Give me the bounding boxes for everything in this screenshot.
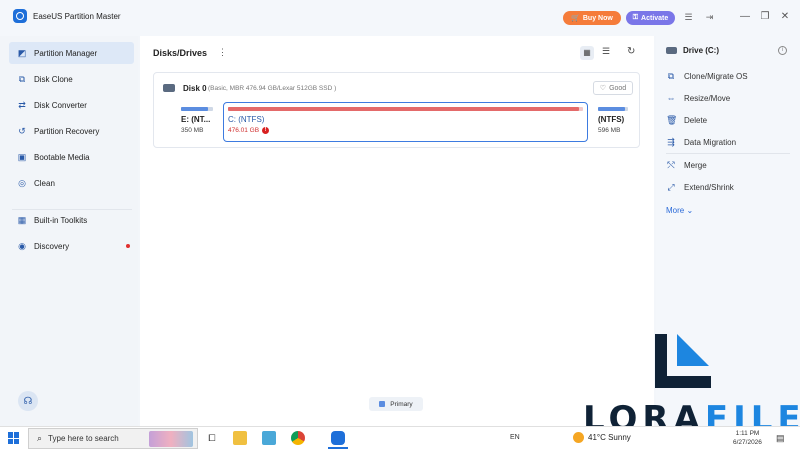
selected-drive: Drive (C:) — [666, 46, 719, 55]
cart-icon: 🛒 — [571, 15, 580, 22]
partition-e-size: 350 MB — [181, 127, 204, 134]
right-panel-divider — [666, 153, 790, 154]
resize-icon: ⇔ — [666, 93, 676, 103]
file-explorer-icon[interactable] — [233, 431, 247, 445]
search-icon: ⌕ — [37, 433, 43, 443]
headset-icon: ☊ — [23, 395, 33, 407]
partition-e-bar — [181, 107, 213, 111]
action-merge[interactable]: ⤲ Merge — [666, 160, 706, 171]
sidebar-item-disk-converter[interactable]: ⇄ Disk Converter — [9, 94, 134, 116]
drive-icon — [666, 47, 677, 54]
action-resize-move[interactable]: ⇔ Resize/Move — [666, 93, 731, 103]
partition-ntfs-size: 596 MB — [598, 127, 621, 134]
status-badge: ♡ Good — [593, 81, 633, 95]
watermark: LORAFILE — [583, 332, 800, 436]
partition-e[interactable]: E: (NT... 350 MB — [181, 103, 215, 143]
minimize-button[interactable]: — — [739, 11, 751, 22]
main-panel: Disks/Drives ⋮ ▦ ☰ ↻ Disk 0 (Basic, MBR … — [140, 36, 654, 426]
clone-os-icon: ⧉ — [667, 71, 675, 81]
clean-icon: ◎ — [18, 177, 26, 188]
partition-icon: ◩ — [17, 47, 27, 58]
taskbar: ⌕ Type here to search ⧠ EN 41°C Sunny 1:… — [0, 426, 800, 449]
sun-icon — [573, 432, 584, 443]
sidebar-item-disk-clone[interactable]: ⧉ Disk Clone — [9, 68, 134, 90]
chevron-down-icon: ⌄ — [686, 206, 694, 215]
easeus-taskbar-icon[interactable] — [331, 431, 345, 445]
title-bar: EaseUS Partition Master 🛒 Buy Now ⚿ Activa… — [0, 0, 800, 36]
partition-c-label: C: (NTFS) — [228, 115, 265, 124]
clock[interactable]: 1:11 PM 6/27/2026 — [733, 429, 762, 447]
disk-icon — [163, 84, 175, 92]
sidebar-item-partition-manager[interactable]: ◩ Partition Manager — [9, 42, 134, 64]
partition-c[interactable]: C: (NTFS) 476.01 GB! — [223, 102, 588, 142]
partition-c-fill — [228, 107, 580, 111]
media-icon: ▣ — [17, 151, 27, 162]
list-view-icon[interactable]: ☰ — [602, 46, 610, 57]
notepad-icon[interactable] — [262, 431, 276, 445]
notification-dot — [126, 244, 130, 248]
partition-c-size: 476.01 GB! — [228, 127, 270, 134]
task-view-icon[interactable]: ⧠ — [205, 431, 219, 445]
partition-c-bar — [228, 107, 583, 111]
app-title: EaseUS Partition Master — [33, 12, 121, 21]
windows-start-icon[interactable] — [8, 432, 20, 444]
disk-name: Disk 0 — [183, 84, 207, 93]
action-extend-shrink[interactable]: ⤢ Extend/Shrink — [666, 182, 733, 193]
close-button[interactable]: ✕ — [779, 11, 791, 22]
disk-card[interactable]: Disk 0 (Basic, MBR 476.94 GB/Lexar 512GB… — [153, 72, 640, 148]
sidebar-item-bootable-media[interactable]: ▣ Bootable Media — [9, 146, 134, 168]
key-icon: ⚿ — [632, 14, 639, 21]
search-highlight-image — [149, 431, 193, 447]
more-options-icon[interactable]: ⋮ — [218, 47, 227, 58]
chrome-icon[interactable] — [291, 431, 305, 445]
toolkit-icon: ▦ — [17, 214, 27, 225]
discovery-icon: ◉ — [18, 240, 26, 251]
activate-button[interactable]: ⚿ Activate — [626, 11, 675, 25]
refresh-icon[interactable]: ↻ — [627, 46, 635, 57]
notification-icon[interactable]: ▤ — [776, 433, 785, 444]
taskbar-search[interactable]: ⌕ Type here to search — [28, 428, 198, 449]
trash-icon: 🗑 — [666, 115, 678, 125]
more-actions-link[interactable]: More ⌄ — [666, 206, 693, 215]
sidebar-item-discovery[interactable]: ◉ Discovery — [9, 235, 134, 257]
grid-view-icon[interactable]: ▦ — [580, 46, 594, 60]
partition-ntfs-label: (NTFS) — [598, 115, 625, 124]
legend-swatch — [379, 401, 386, 407]
partition-ntfs-fill — [598, 107, 625, 111]
weather-widget[interactable]: 41°C Sunny — [573, 432, 631, 443]
sidebar-item-clean[interactable]: ◎ Clean — [9, 172, 134, 194]
partition-e-label: E: (NT... — [181, 115, 211, 124]
legend: Primary — [369, 397, 423, 411]
merge-icon: ⤲ — [667, 160, 675, 170]
partition-ntfs-bar — [598, 107, 628, 111]
clone-icon: ⧉ — [18, 73, 26, 84]
sidebar: ◩ Partition Manager ⧉ Disk Clone ⇄ Disk Con… — [0, 36, 138, 426]
feedback-icon[interactable]: ☰ — [683, 12, 694, 23]
app-logo-icon — [13, 9, 27, 23]
info-icon[interactable]: i — [778, 46, 787, 55]
recovery-icon: ↺ — [18, 125, 26, 136]
converter-icon: ⇄ — [18, 99, 26, 110]
warning-icon: ! — [262, 127, 270, 134]
action-delete[interactable]: 🗑 Delete — [666, 115, 707, 126]
disk-info: (Basic, MBR 476.94 GB/Lexar 512GB SSD ) — [208, 85, 337, 92]
export-icon[interactable]: ⇥ — [704, 12, 715, 23]
watermark-logo-icon — [655, 334, 711, 388]
sidebar-item-built-in-toolkits[interactable]: ▦ Built-in Toolkits — [9, 209, 134, 231]
migration-icon: ⇶ — [667, 137, 675, 147]
health-icon: ♡ — [599, 85, 607, 92]
sidebar-item-partition-recovery[interactable]: ↺ Partition Recovery — [9, 120, 134, 142]
partition-e-fill — [181, 107, 209, 111]
help-button[interactable]: ☊ — [18, 391, 38, 411]
buy-now-button[interactable]: 🛒 Buy Now — [563, 11, 621, 25]
action-data-migration[interactable]: ⇶ Data Migration — [666, 137, 736, 148]
partition-ntfs[interactable]: (NTFS) 596 MB — [598, 103, 632, 143]
maximize-button[interactable]: ❐ — [759, 11, 771, 22]
action-clone-migrate-os[interactable]: ⧉ Clone/Migrate OS — [666, 71, 748, 82]
extend-icon: ⤢ — [667, 182, 675, 192]
page-title: Disks/Drives — [153, 48, 208, 58]
language-indicator[interactable]: EN — [510, 434, 520, 441]
